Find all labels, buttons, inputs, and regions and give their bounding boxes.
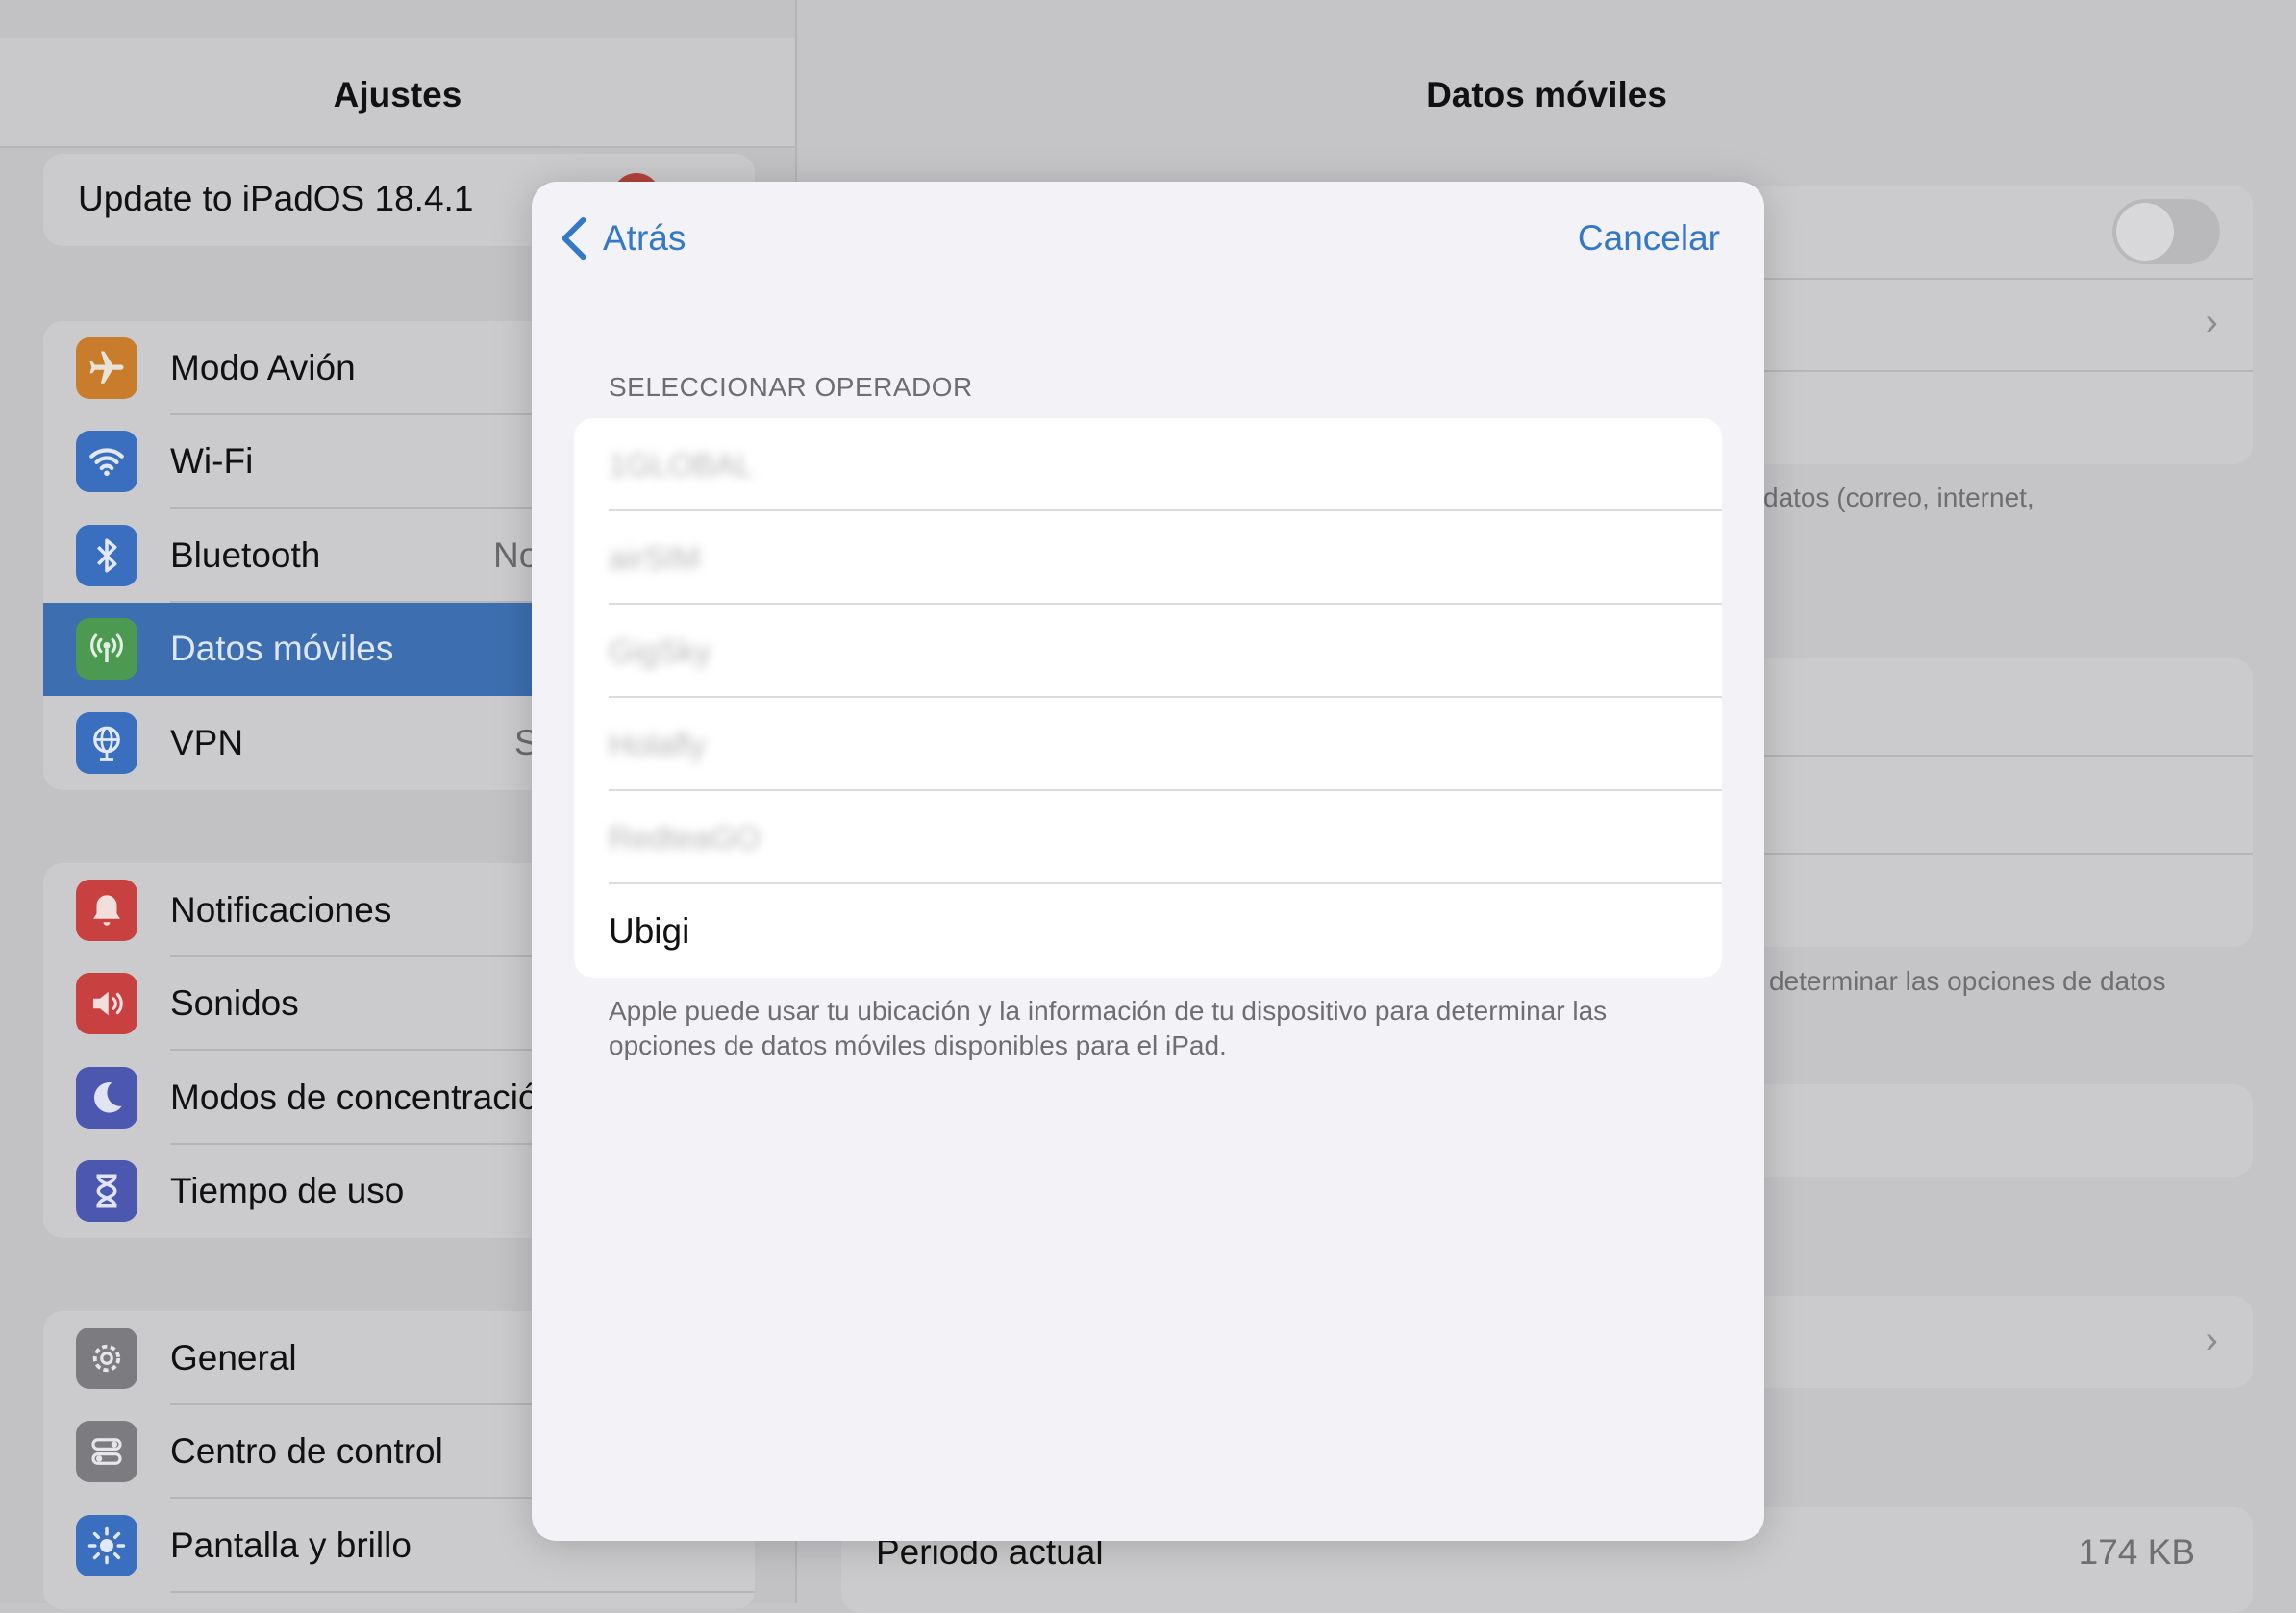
globe-icon [76, 711, 137, 774]
cancel-button[interactable]: Cancelar [1578, 218, 1720, 259]
sidebar-item-label: Datos móviles [170, 629, 394, 669]
carrier-option[interactable]: Holafly [574, 698, 1722, 791]
gear-icon [76, 1327, 137, 1389]
airplane-icon [76, 336, 137, 399]
sidebar-item-label: Tiempo de uso [170, 1171, 405, 1211]
location-disclaimer: Apple puede usar tu ubicación y la infor… [609, 996, 1608, 1060]
carrier-name: Holafly [609, 726, 706, 762]
sidebar-item-label: General [170, 1337, 297, 1377]
chevron-right-icon[interactable]: › [2206, 301, 2218, 344]
carrier-name: Ubigi [609, 910, 690, 951]
sidebar-item-label: Bluetooth [170, 534, 321, 575]
section-header: SELECCIONAR OPERADOR [609, 372, 973, 402]
sidebar-title: Ajustes [333, 75, 462, 114]
back-button-label: Atrás [603, 218, 686, 258]
carrier-option-ubigi[interactable]: Ubigi [574, 884, 1722, 978]
hourglass-icon [76, 1160, 137, 1223]
detail-note-location: determinar las opciones de datos [1769, 966, 2166, 996]
detail-title: Datos móviles [1426, 75, 1667, 114]
sidebar-item-label: Sonidos [170, 983, 299, 1024]
sidebar-item-label: Pantalla y brillo [170, 1525, 412, 1565]
update-text: Update to iPadOS 18.4.1 [78, 179, 474, 218]
period-value: 174 KB [2078, 1532, 2195, 1572]
carrier-select-sheet: Atrás Cancelar SELECCIONAR OPERADOR 1GLO… [532, 182, 1764, 1541]
carrier-option[interactable]: GigSky [574, 605, 1722, 698]
toggle-knob [2116, 203, 2174, 261]
carrier-option[interactable]: 1GLOBAL [574, 418, 1722, 511]
sidebar-item-label: Centro de control [170, 1431, 443, 1472]
bluetooth-icon [76, 524, 137, 586]
carrier-name: 1GLOBAL [609, 446, 754, 483]
back-button[interactable]: Atrás [561, 216, 686, 261]
sidebar-item-label: Wi-Fi [170, 441, 254, 482]
antenna-icon [76, 618, 137, 681]
chevron-right-icon: › [2205, 1319, 2218, 1361]
switches-icon [76, 1421, 137, 1483]
bell-icon [76, 879, 137, 941]
sidebar-item-label: Modo Avión [170, 347, 356, 387]
chevron-left-icon [562, 216, 586, 261]
wifi-icon [76, 431, 137, 493]
sun-icon [76, 1514, 137, 1576]
carrier-option[interactable]: airSIM [574, 511, 1722, 605]
mobile-data-toggle[interactable] [2112, 199, 2220, 264]
sidebar-item-label: Notificaciones [170, 889, 392, 930]
sidebar-item-label: VPN [170, 722, 244, 762]
speaker-icon [76, 973, 137, 1035]
carrier-name: GigSky [609, 633, 711, 669]
carrier-name: RedteaGO [609, 819, 761, 856]
carrier-list: 1GLOBAL airSIM GigSky Holafly RedteaGO U… [574, 418, 1722, 978]
carrier-option[interactable]: RedteaGO [574, 791, 1722, 884]
sidebar-item-label: Modos de concentración [170, 1077, 559, 1117]
carrier-name: airSIM [609, 539, 701, 576]
moon-icon [76, 1066, 137, 1129]
detail-note: datos (correo, internet, [1763, 483, 2034, 512]
